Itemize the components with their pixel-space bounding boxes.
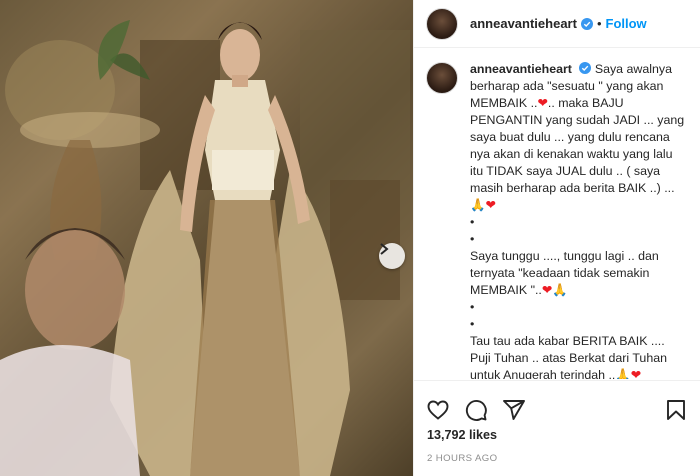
- pray-emoji: 🙏: [552, 283, 568, 297]
- pray-emoji: 🙏: [615, 368, 631, 379]
- caption-bullet: •: [470, 317, 475, 331]
- caption-paragraph-2: .. maka BAJU PENGANTIN yang sudah JADI .…: [470, 96, 685, 195]
- heart-emoji: ❤: [541, 283, 553, 297]
- bookmark-icon[interactable]: [664, 398, 688, 422]
- caption-bullet: •: [470, 300, 475, 314]
- photo-illustration: [0, 20, 410, 476]
- caption-paragraph-4-line: Tau tau ada kabar BERITA BAIK .... Puji …: [470, 333, 688, 379]
- author-avatar[interactable]: [426, 7, 458, 40]
- verified-badge-icon: [580, 17, 593, 30]
- caption-bullet: •: [470, 232, 475, 246]
- share-icon[interactable]: [502, 398, 526, 422]
- caption-bullet: •: [470, 215, 475, 229]
- author-username[interactable]: anneavantieheart: [470, 16, 577, 31]
- caption-username[interactable]: anneavantieheart: [470, 62, 572, 76]
- post-side-panel: anneavantieheart • Follow anneavantiehea…: [413, 0, 700, 476]
- post-timestamp[interactable]: 2 HOURS AGO: [427, 453, 498, 464]
- header-separator: •: [596, 16, 602, 31]
- heart-emoji: ❤: [485, 198, 496, 212]
- caption-text: anneavantieheart Saya awalnya berharap a…: [470, 61, 688, 379]
- verified-badge-icon: [579, 62, 592, 74]
- caption-area: anneavantieheart Saya awalnya berharap a…: [414, 49, 700, 379]
- caption-line-1: anneavantieheart Saya awalnya berharap a…: [470, 61, 688, 214]
- next-photo-button[interactable]: [379, 243, 405, 269]
- next-arrow-icon: [380, 243, 389, 255]
- heart-emoji: ❤: [537, 96, 548, 110]
- heart-emoji: ❤: [630, 368, 642, 379]
- post-actions: [414, 380, 700, 428]
- follow-button[interactable]: Follow: [606, 16, 647, 31]
- caption-avatar[interactable]: [426, 62, 458, 94]
- post-photo[interactable]: [0, 0, 413, 476]
- likes-count[interactable]: 13,792 likes: [427, 428, 497, 442]
- post-header: anneavantieheart • Follow: [414, 0, 700, 48]
- pray-emoji: 🙏: [470, 198, 486, 212]
- caption-paragraph-3-line: Saya tunggu ...., tunggu lagi .. dan ter…: [470, 248, 688, 299]
- comment-icon[interactable]: [464, 398, 488, 422]
- heart-icon[interactable]: [426, 398, 450, 422]
